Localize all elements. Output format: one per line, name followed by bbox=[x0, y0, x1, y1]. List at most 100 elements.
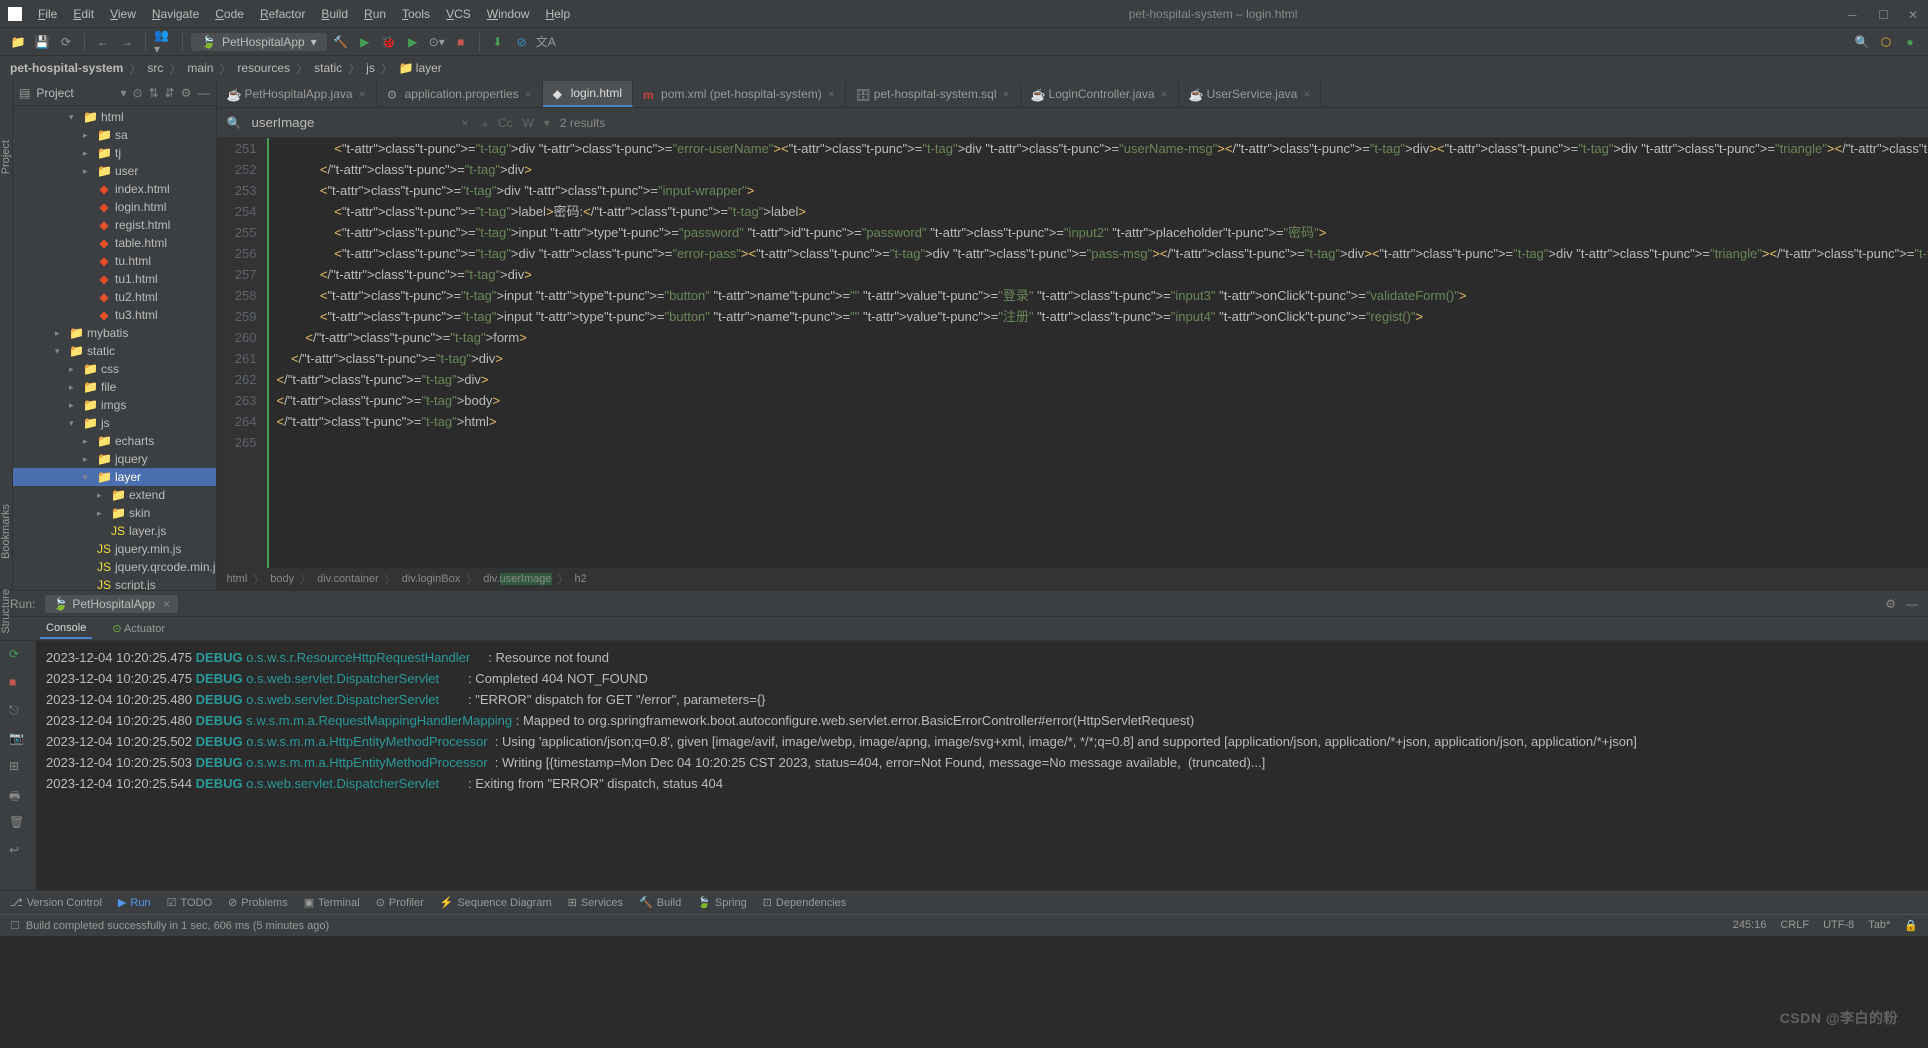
bottom-tool-build[interactable]: 🔨 Build bbox=[639, 896, 681, 909]
avatar-icon[interactable]: ● bbox=[1900, 32, 1920, 52]
ide-update-icon[interactable]: ⬡ bbox=[1876, 32, 1896, 52]
tree-node-tu1-html[interactable]: ◆tu1.html bbox=[13, 270, 216, 288]
bookmarks-tool-button[interactable]: Bookmarks bbox=[0, 504, 12, 559]
editor-crumb-segment[interactable]: html bbox=[227, 573, 248, 585]
tree-node-layer-js[interactable]: JSlayer.js bbox=[13, 522, 216, 540]
tree-node-skin[interactable]: ▸📁skin bbox=[13, 504, 216, 522]
console-output[interactable]: 2023-12-04 10:20:25.475 DEBUG o.s.w.s.r.… bbox=[36, 641, 1928, 890]
sync-icon[interactable]: ⟳ bbox=[56, 32, 76, 52]
tree-node-html[interactable]: ▾📁html bbox=[13, 108, 216, 126]
file-encoding[interactable]: UTF-8 bbox=[1823, 919, 1854, 932]
chevron-down-icon[interactable]: ▾ bbox=[121, 86, 127, 100]
editor-crumb-segment[interactable]: h2 bbox=[575, 573, 587, 585]
tree-node-jquery[interactable]: ▸📁jquery bbox=[13, 450, 216, 468]
breadcrumb-segment[interactable]: src bbox=[147, 61, 163, 75]
console-tab[interactable]: Console bbox=[40, 619, 92, 639]
project-view-icon[interactable]: ▤ bbox=[19, 86, 30, 100]
expand-all-icon[interactable]: ⇅ bbox=[149, 86, 159, 100]
hide-icon[interactable]: — bbox=[1906, 597, 1918, 611]
breadcrumb-segment[interactable]: static bbox=[314, 61, 342, 75]
tree-node-static[interactable]: ▾📁static bbox=[13, 342, 216, 360]
bottom-tool-services[interactable]: ⊞ Services bbox=[568, 896, 623, 909]
tree-node-echarts[interactable]: ▸📁echarts bbox=[13, 432, 216, 450]
menu-edit[interactable]: Edit bbox=[65, 7, 102, 21]
tree-node-css[interactable]: ▸📁css bbox=[13, 360, 216, 378]
profile-icon[interactable]: ⊙▾ bbox=[427, 32, 447, 52]
breadcrumb-segment[interactable]: main bbox=[187, 61, 213, 75]
project-tree[interactable]: ▾📁html▸📁sa▸📁tj▸📁user◆index.html◆login.ht… bbox=[13, 106, 216, 590]
project-tool-button[interactable]: Project bbox=[0, 140, 12, 174]
search-everywhere-icon[interactable]: 🔍 bbox=[1852, 32, 1872, 52]
tree-node-script-js[interactable]: JSscript.js bbox=[13, 576, 216, 590]
breadcrumb-segment[interactable]: 📁layer bbox=[399, 61, 442, 75]
menu-run[interactable]: Run bbox=[356, 7, 394, 21]
bottom-tool-problems[interactable]: ⊘ Problems bbox=[228, 896, 288, 909]
tree-node-tu2-html[interactable]: ◆tu2.html bbox=[13, 288, 216, 306]
tree-node-sa[interactable]: ▸📁sa bbox=[13, 126, 216, 144]
run-icon[interactable]: ▶ bbox=[355, 32, 375, 52]
menu-file[interactable]: File bbox=[30, 7, 65, 21]
regex-toggle[interactable]: .⁎ bbox=[478, 116, 487, 130]
menu-view[interactable]: View bbox=[102, 7, 144, 21]
breadcrumb-segment[interactable]: pet-hospital-system bbox=[10, 61, 123, 75]
tree-node-tu3-html[interactable]: ◆tu3.html bbox=[13, 306, 216, 324]
structure-tool-button[interactable]: Structure bbox=[0, 589, 12, 634]
editor-tab-pet-hospital-system[interactable]: 🗄pet-hospital-system.sql × bbox=[846, 81, 1021, 107]
code-content[interactable]: <"t-attr">class"t-punc">="t-tag">div "t-… bbox=[269, 138, 1928, 568]
tree-node-file[interactable]: ▸📁file bbox=[13, 378, 216, 396]
tree-node-js[interactable]: ▾📁js bbox=[13, 414, 216, 432]
coverage-icon[interactable]: ▶ bbox=[403, 32, 423, 52]
maximize-button[interactable]: ☐ bbox=[1878, 8, 1890, 20]
minimize-button[interactable]: ─ bbox=[1848, 8, 1860, 20]
editor-tab-pethospitalapp[interactable]: ☕PetHospitalApp.java × bbox=[217, 81, 377, 107]
tree-node-index-html[interactable]: ◆index.html bbox=[13, 180, 216, 198]
menu-navigate[interactable]: Navigate bbox=[144, 7, 207, 21]
menu-build[interactable]: Build bbox=[313, 7, 356, 21]
editor-crumb-segment[interactable]: body bbox=[270, 573, 294, 585]
code-editor[interactable]: ▲15 ✓10 ˄ ˅ IJ 2512522532542552562572582… bbox=[217, 138, 1928, 568]
status-icon[interactable]: ☐ bbox=[10, 919, 20, 932]
git-commit-icon[interactable]: ⊘ bbox=[512, 32, 532, 52]
words-toggle[interactable]: W bbox=[522, 116, 533, 130]
tree-node-jquery-qrcode-min-j[interactable]: JSjquery.qrcode.min.j bbox=[13, 558, 216, 576]
translate-icon[interactable]: 文A bbox=[536, 32, 556, 52]
tree-node-tu-html[interactable]: ◆tu.html bbox=[13, 252, 216, 270]
bottom-tool-spring[interactable]: 🍃 Spring bbox=[697, 896, 747, 909]
close-button[interactable]: ✕ bbox=[1908, 8, 1920, 20]
tree-node-extend[interactable]: ▸📁extend bbox=[13, 486, 216, 504]
bottom-tool-profiler[interactable]: ⊙ Profiler bbox=[376, 896, 424, 909]
tree-node-regist-html[interactable]: ◆regist.html bbox=[13, 216, 216, 234]
add-config-icon[interactable]: 👥▾ bbox=[154, 32, 174, 52]
open-icon[interactable]: 📁 bbox=[8, 32, 28, 52]
line-separator[interactable]: CRLF bbox=[1780, 919, 1809, 932]
bottom-tool-version-control[interactable]: ⎇ Version Control bbox=[10, 896, 102, 909]
camera-icon[interactable]: 📷 bbox=[9, 731, 27, 749]
settings-icon[interactable]: ⚙ bbox=[1885, 597, 1896, 611]
git-branch-icon[interactable]: 🔒 bbox=[1904, 919, 1918, 932]
breadcrumb-segment[interactable]: resources bbox=[237, 61, 290, 75]
menu-vcs[interactable]: VCS bbox=[438, 7, 479, 21]
bottom-tool-sequence-diagram[interactable]: ⚡ Sequence Diagram bbox=[440, 896, 552, 909]
tree-node-login-html[interactable]: ◆login.html bbox=[13, 198, 216, 216]
menu-help[interactable]: Help bbox=[537, 7, 578, 21]
close-run-tab-icon[interactable]: × bbox=[163, 597, 170, 611]
menu-code[interactable]: Code bbox=[207, 7, 252, 21]
editor-tab-pom[interactable]: mpom.xml (pet-hospital-system) × bbox=[633, 81, 846, 107]
select-opened-icon[interactable]: ⊙ bbox=[133, 86, 143, 100]
tree-node-jquery-min-js[interactable]: JSjquery.min.js bbox=[13, 540, 216, 558]
wrap-icon[interactable]: ↩ bbox=[9, 843, 27, 861]
bottom-tool-todo[interactable]: ☑ TODO bbox=[167, 896, 212, 909]
layout-icon[interactable]: ⊞ bbox=[9, 759, 27, 777]
settings-icon[interactable]: ⚙ bbox=[181, 86, 192, 100]
actuator-tab[interactable]: ⊙ Actuator bbox=[106, 619, 171, 638]
rerun-icon[interactable]: ⟳ bbox=[9, 647, 27, 665]
menu-tools[interactable]: Tools bbox=[394, 7, 438, 21]
case-toggle[interactable]: Cc bbox=[498, 116, 513, 130]
tree-node-tj[interactable]: ▸📁tj bbox=[13, 144, 216, 162]
editor-crumb-segment[interactable]: div.userImage bbox=[483, 573, 551, 585]
forward-icon[interactable]: → bbox=[117, 32, 137, 52]
run-config-tab[interactable]: 🍃 PetHospitalApp × bbox=[45, 595, 178, 613]
filter-icon[interactable]: ▾ bbox=[544, 116, 550, 130]
git-update-icon[interactable]: ⬇ bbox=[488, 32, 508, 52]
tree-node-table-html[interactable]: ◆table.html bbox=[13, 234, 216, 252]
